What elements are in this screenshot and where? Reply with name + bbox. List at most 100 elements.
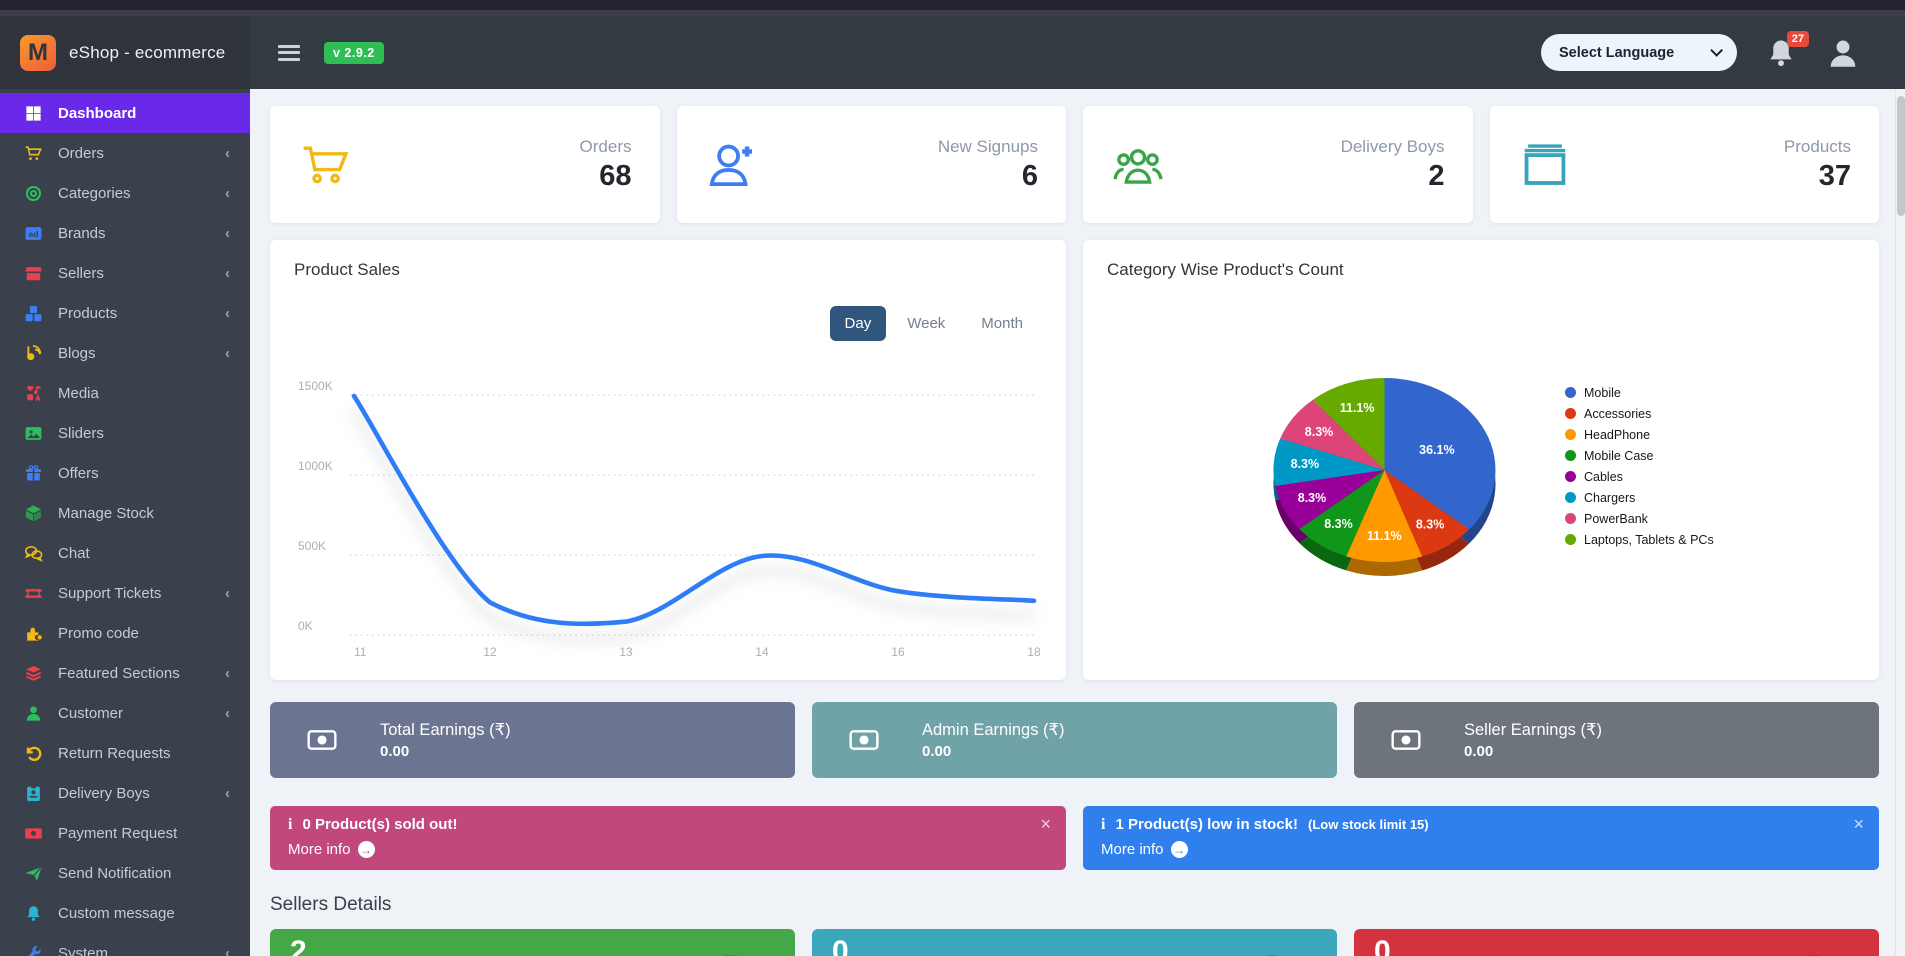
language-select[interactable]: Select Language (1541, 34, 1737, 71)
sidebar-item-customer[interactable]: Customer‹ (0, 693, 250, 733)
stat-card-label: New Signups (938, 137, 1038, 157)
alert-message-row: i 0 Product(s) sold out! (288, 816, 1048, 834)
sidebar-item-delivery-boys[interactable]: Delivery Boys‹ (0, 773, 250, 813)
tab-day[interactable]: Day (830, 306, 887, 341)
sidebar-item-sellers[interactable]: Sellers‹ (0, 253, 250, 293)
more-info-label: More info (1101, 841, 1164, 858)
sidebar-item-manage-stock[interactable]: Manage Stock (0, 493, 250, 533)
sidebar-item-payment-request[interactable]: Payment Request (0, 813, 250, 853)
svg-text:8.3%: 8.3% (1324, 517, 1353, 531)
sidebar-item-media[interactable]: Media (0, 373, 250, 413)
svg-text:8.3%: 8.3% (1291, 457, 1320, 471)
legend-item-headphone: HeadPhone (1565, 424, 1714, 445)
sidebar-item-label: System (58, 945, 108, 956)
svg-text:14: 14 (755, 645, 769, 659)
svg-text:11: 11 (354, 645, 367, 659)
stat-card-value: 6 (938, 160, 1038, 193)
user-avatar[interactable] (1825, 35, 1861, 71)
chevron-left-icon: ‹ (225, 185, 230, 202)
earnings-value: 0.00 (380, 743, 511, 760)
sidebar-item-products[interactable]: Products‹ (0, 293, 250, 333)
legend-label: PowerBank (1584, 512, 1648, 526)
boxes-icon (1518, 138, 1572, 192)
svg-text:0K: 0K (298, 619, 313, 633)
sellers-cards-row: 200 (270, 929, 1879, 956)
stat-card-text: Orders68 (580, 137, 632, 193)
cart-icon (24, 144, 43, 163)
sidebar-item-custom-message[interactable]: Custom message (0, 893, 250, 933)
sales-period-tabs: DayWeekMonth (830, 306, 1038, 341)
legend-item-powerbank: PowerBank (1565, 508, 1714, 529)
product-sales-title: Product Sales (294, 260, 1042, 280)
svg-text:13: 13 (619, 645, 633, 659)
tab-week[interactable]: Week (892, 306, 960, 341)
legend-item-mobile-case: Mobile Case (1565, 445, 1714, 466)
chevron-left-icon: ‹ (225, 265, 230, 282)
sidebar-item-label: Promo code (58, 625, 139, 642)
scrollbar-thumb[interactable] (1897, 96, 1905, 216)
legend-dot-icon (1565, 450, 1576, 461)
sidebar-item-dashboard[interactable]: Dashboard (0, 93, 250, 133)
seller-card-value: 0 (1374, 935, 1859, 956)
main-area: v 2.9.2 Select Language 27 Orders68 New S… (250, 16, 1905, 956)
alert-message-row: i1 Product(s) low in stock!(Low stock li… (1101, 816, 1861, 834)
hamburger-menu-icon[interactable] (278, 41, 300, 64)
legend-item-accessories: Accessories (1565, 403, 1714, 424)
svg-text:ad: ad (28, 229, 38, 239)
svg-text:16: 16 (891, 645, 905, 659)
alert-message: 0 Product(s) sold out! (302, 816, 457, 833)
earnings-label: Seller Earnings (₹) (1464, 720, 1602, 740)
sidebar-item-categories[interactable]: Categories‹ (0, 173, 250, 213)
earnings-row: Total Earnings (₹)0.00Admin Earnings (₹)… (270, 702, 1879, 778)
close-icon[interactable]: × (1853, 814, 1864, 835)
language-select-label: Select Language (1559, 45, 1674, 61)
bell-icon (24, 904, 43, 923)
close-icon[interactable]: × (1040, 814, 1051, 835)
chevron-left-icon: ‹ (225, 705, 230, 722)
image-icon (24, 424, 43, 443)
person-plus-icon (705, 138, 759, 192)
info-icon: i (288, 816, 292, 834)
arrow-circle-icon: → (1171, 841, 1188, 858)
more-info-link[interactable]: More info→ (288, 841, 1048, 858)
sidebar-item-support-tickets[interactable]: Support Tickets‹ (0, 573, 250, 613)
sidebar-item-blogs[interactable]: Blogs‹ (0, 333, 250, 373)
sidebar-item-label: Custom message (58, 905, 175, 922)
blog-icon (24, 344, 43, 363)
sidebar-item-featured-sections[interactable]: Featured Sections‹ (0, 653, 250, 693)
sidebar-item-sliders[interactable]: Sliders (0, 413, 250, 453)
sidebar-item-send-notification[interactable]: Send Notification (0, 853, 250, 893)
notifications-button[interactable]: 27 (1765, 36, 1797, 70)
chevron-left-icon: ‹ (225, 145, 230, 162)
more-info-link[interactable]: More info → (1101, 841, 1861, 858)
sidebar-item-chat[interactable]: Chat (0, 533, 250, 573)
chevron-left-icon: ‹ (225, 305, 230, 322)
legend-label: Mobile Case (1584, 449, 1653, 463)
svg-text:8.3%: 8.3% (1305, 425, 1334, 439)
legend-label: Accessories (1584, 407, 1651, 421)
money-bill-icon (1384, 724, 1428, 756)
sidebar-item-brands[interactable]: adBrands‹ (0, 213, 250, 253)
sidebar-item-return-requests[interactable]: Return Requests (0, 733, 250, 773)
version-badge: v 2.9.2 (324, 42, 384, 64)
sidebar-item-label: Sliders (58, 425, 104, 442)
stat-card-value: 2 (1341, 160, 1445, 193)
seller-card-value: 0 (832, 935, 1317, 956)
sidebar-item-offers[interactable]: Offers (0, 453, 250, 493)
sidebar-item-system[interactable]: System‹ (0, 933, 250, 956)
sidebar-item-orders[interactable]: Orders‹ (0, 133, 250, 173)
stat-card-label: Orders (580, 137, 632, 157)
chevron-left-icon: ‹ (225, 225, 230, 242)
legend-dot-icon (1565, 408, 1576, 419)
svg-text:11.1%: 11.1% (1340, 401, 1375, 415)
sidebar-item-label: Media (58, 385, 99, 402)
sidebar-item-label: Featured Sections (58, 665, 180, 682)
money-bill-icon (300, 724, 344, 756)
target-icon (24, 184, 43, 203)
tab-month[interactable]: Month (966, 306, 1038, 341)
legend-dot-icon (1565, 471, 1576, 482)
logo-row[interactable]: M eShop - ecommerce (0, 16, 250, 89)
sidebar-item-promo-code[interactable]: Promo code (0, 613, 250, 653)
page-scrollbar[interactable] (1895, 89, 1905, 956)
grid-icon (24, 104, 43, 123)
